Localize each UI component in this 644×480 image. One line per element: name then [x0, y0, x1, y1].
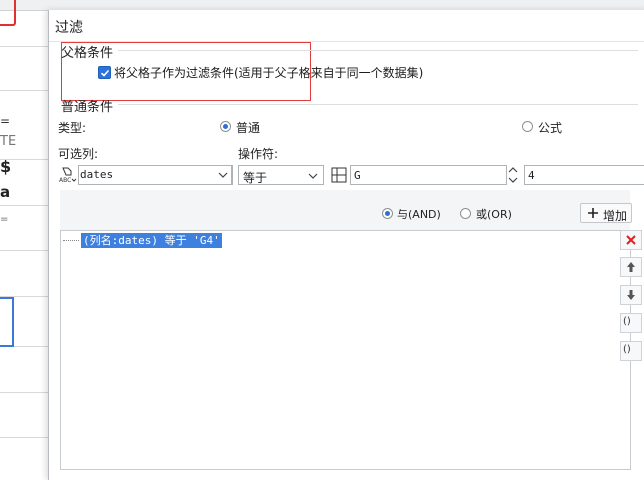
logic-or-label[interactable]: 或(OR)	[476, 206, 512, 222]
unbracket-icon: ()	[623, 344, 631, 355]
condition-row[interactable]: (列名:dates) 等于 'G4'	[81, 233, 222, 248]
cell-symbol: =	[0, 214, 9, 225]
type-normal-radio[interactable]	[220, 121, 231, 132]
logic-and-radio[interactable]	[382, 208, 393, 219]
text-field-icon: ABC	[59, 167, 77, 184]
normal-condition-label: 普通条件	[61, 100, 114, 115]
chevron-down-icon	[218, 172, 228, 178]
move-down-icon	[627, 290, 635, 300]
operator-select-value: 等于	[243, 171, 268, 185]
cell-symbol: a	[0, 183, 11, 201]
cell-symbol: =	[0, 114, 11, 128]
operator-label: 操作符:	[238, 147, 279, 161]
selected-cell-marker	[0, 0, 16, 26]
parent-condition-label: 父格条件	[61, 46, 114, 61]
logic-and-label[interactable]: 与(AND)	[397, 206, 441, 222]
plus-icon	[588, 208, 598, 218]
svg-text:ABC: ABC	[59, 177, 71, 184]
delete-icon	[626, 235, 636, 245]
active-cell-border	[0, 297, 14, 347]
unbracket-button[interactable]: ()	[620, 341, 642, 361]
delete-button[interactable]	[620, 230, 642, 250]
row-number-input[interactable]: 4	[524, 165, 644, 185]
type-normal-label[interactable]: 普通	[236, 119, 260, 136]
column-letter-value: G	[354, 169, 361, 182]
add-button-label: 增加	[603, 209, 628, 223]
checkmark-icon	[100, 69, 110, 77]
bracket-button[interactable]: ()	[620, 313, 642, 333]
cell-symbol: TE	[0, 134, 17, 149]
type-formula-label[interactable]: 公式	[538, 119, 562, 136]
cell-reference-icon[interactable]	[331, 167, 347, 183]
column-letter-input[interactable]: G	[350, 165, 507, 185]
move-down-button[interactable]	[620, 285, 642, 305]
parent-filter-checkbox-label[interactable]: 将父格子作为过滤条件(适用于父子格来自于同一个数据集)	[114, 64, 423, 81]
section-divider	[118, 104, 638, 105]
column-select[interactable]: ABC dates	[57, 165, 233, 185]
move-up-icon	[627, 262, 635, 272]
dialog-title: 过滤	[55, 20, 83, 36]
condition-list[interactable]: (列名:dates) 等于 'G4'	[60, 230, 631, 470]
bracket-icon: ()	[623, 316, 631, 327]
row-number-value: 4	[528, 169, 535, 182]
add-button[interactable]: 增加	[580, 203, 632, 223]
column-label: 可选列:	[58, 147, 99, 161]
chevron-down-icon	[308, 173, 318, 179]
spinner-icon[interactable]	[507, 165, 519, 185]
operator-select[interactable]: 等于	[238, 165, 324, 185]
cell-symbol: $	[0, 157, 12, 176]
type-label: 类型:	[58, 121, 87, 135]
parent-filter-checkbox[interactable]	[98, 66, 111, 79]
move-up-button[interactable]	[620, 257, 642, 277]
type-formula-radio[interactable]	[522, 121, 533, 132]
logic-toolbar	[60, 190, 630, 230]
tree-connector	[63, 240, 79, 242]
section-divider	[118, 50, 638, 51]
logic-or-radio[interactable]	[460, 208, 471, 219]
